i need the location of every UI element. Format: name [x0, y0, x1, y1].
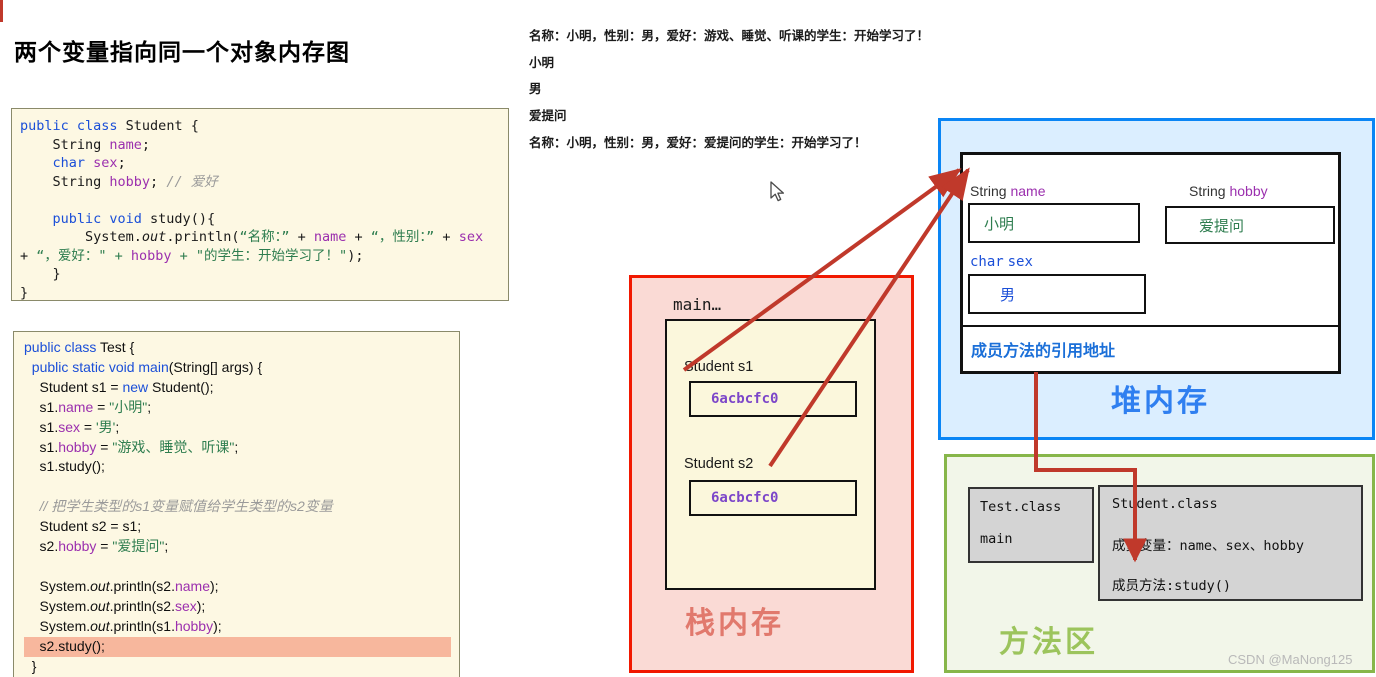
code-line: } [24, 657, 37, 674]
stack-var-s2-box: 6acbcfc0 [689, 480, 857, 516]
code-line: String hobby; // 爱好 [20, 173, 218, 190]
stack-var-s2-value: 6acbcfc0 [711, 490, 779, 506]
code-test-body: public class Test { public static void m… [14, 332, 459, 677]
console-line: 爱提问 [529, 108, 567, 124]
console-line: 小明 [529, 54, 555, 70]
csdn-watermark: CSDN @MaNong125 [1228, 652, 1353, 667]
code-line: // 把学生类型的s1变量赋值给学生类型的s2变量 [39, 498, 333, 515]
mouse-cursor-icon [770, 181, 785, 202]
heap-field-hobby-label: String hobby [1189, 183, 1268, 199]
method-area-region: Test.class main Student.class 成员变量：name、… [944, 454, 1375, 673]
test-class-main-method: main [980, 531, 1013, 547]
console-output: 名称：小明，性别：男，爱好：游戏、睡觉、听课的学生：开始学习了！ 小明 男 爱提… [529, 23, 949, 157]
code-line: public class Student { [20, 118, 199, 134]
heap-field-sex-type: char [970, 254, 1004, 270]
student-class-box: Student.class 成员变量：name、sex、hobby 成员方法:s… [1098, 485, 1363, 601]
console-line: 名称：小明，性别：男，爱好：爱提问的学生：开始学习了！ [529, 134, 867, 150]
stack-memory-label: 栈内存 [685, 606, 784, 641]
code-line: s1.name = "小明"; [24, 398, 152, 415]
console-line: 名称：小明，性别：男，爱好：游戏、睡觉、听课的学生：开始学习了！ [529, 28, 930, 43]
heap-field-name-box: 小明 [968, 203, 1140, 243]
student-class-name: Student.class [1112, 496, 1218, 512]
heap-method-reference-text: 成员方法的引用地址 [971, 341, 1116, 360]
heap-field-hobby-ident: hobby [1229, 183, 1268, 199]
code-line: public void study(){ [52, 210, 216, 227]
stack-frame-title: main… [673, 295, 722, 314]
code-line: public class Test { [24, 339, 135, 355]
stack-var-s1-value: 6acbcfc0 [711, 391, 779, 407]
code-line: s1.study(); [24, 458, 105, 475]
code-line-highlighted: s2.study(); [24, 636, 451, 657]
code-line: s2.hobby = "爱提问"; [24, 538, 169, 555]
student-class-fields: 成员变量：name、sex、hobby [1112, 538, 1305, 554]
student-class-methods: 成员方法:study() [1112, 578, 1232, 594]
stack-var-s1-box: 6acbcfc0 [689, 381, 857, 417]
code-line: System.out.println(s1.hobby); [24, 617, 222, 634]
heap-memory-region: String name 小明 char sex 男 String hobby 爱… [938, 118, 1375, 440]
heap-field-sex-value: 男 [1000, 285, 1016, 304]
page-title: 两个变量指向同一个对象内存图 [14, 40, 350, 66]
code-line: System.out.println(s2.sex); [24, 597, 206, 614]
code-line: } [20, 284, 29, 301]
code-student-body: public class Student { String name; char… [12, 109, 508, 301]
test-class-name: Test.class [980, 499, 1062, 515]
heap-field-hobby-value: 爱提问 [1199, 216, 1245, 235]
code-line: Student s2 = s1; [24, 518, 142, 535]
test-class-box: Test.class main [968, 487, 1094, 563]
code-line: + “，爱好：" + hobby + "的学生：开始学习了！"); [20, 247, 364, 264]
heap-field-name-label: String name [970, 183, 1046, 199]
method-area-label: 方法区 [999, 625, 1098, 660]
heap-field-name-ident: name [1010, 183, 1046, 199]
heap-memory-label: 堆内存 [1111, 384, 1210, 419]
heap-field-sex-box: 男 [968, 274, 1146, 314]
code-line: char sex; [52, 155, 126, 171]
code-line: s1.sex = '男'; [24, 418, 120, 435]
code-line: } [20, 266, 61, 282]
code-block-student: public class Student { String name; char… [11, 108, 509, 301]
stack-var-s2-label: Student s2 [684, 456, 754, 472]
heap-field-name-value: 小明 [984, 214, 1015, 233]
code-line: System.out.println(“名称：” + name + “，性别：”… [20, 229, 484, 245]
stack-var-s1-label: Student s1 [684, 359, 754, 375]
code-block-test: public class Test { public static void m… [13, 331, 460, 677]
heap-field-sex-ident: sex [1007, 254, 1033, 270]
code-line: public static void main(String[] args) { [31, 358, 263, 375]
code-line: System.out.println(s2.name); [24, 577, 219, 594]
code-line: Student s1 = new Student(); [24, 378, 214, 395]
stack-memory-region: main… Student s1 6acbcfc0 Student s2 6ac… [629, 275, 914, 673]
code-line: s1.hobby = "游戏、睡觉、听课"; [24, 438, 239, 455]
heap-field-sex-label: char sex [970, 253, 1033, 270]
left-edge-marker [0, 0, 3, 22]
code-line: String name; [20, 136, 151, 153]
heap-field-hobby-box: 爱提问 [1165, 206, 1335, 244]
console-line: 男 [529, 81, 542, 97]
